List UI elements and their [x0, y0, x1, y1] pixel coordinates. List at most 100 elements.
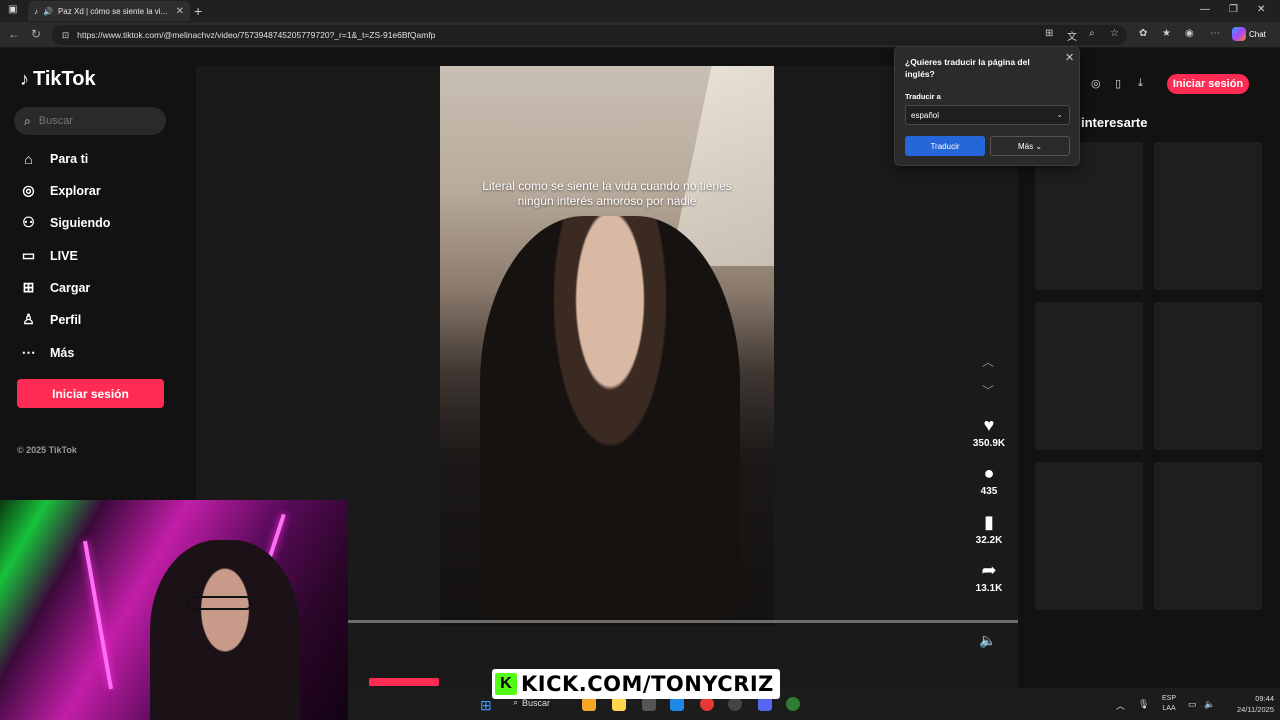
copyright-text: © 2025 TikTok: [17, 445, 77, 455]
video-progress-bar[interactable]: [348, 620, 1018, 623]
like-button[interactable]: ♥ 350.9K: [966, 415, 1012, 449]
more-label: Más: [1017, 141, 1034, 151]
save-button[interactable]: ▮ 32.2K: [966, 512, 1012, 546]
device-icon[interactable]: ▯: [1115, 77, 1121, 90]
suggestion-thumbnail[interactable]: [1154, 462, 1262, 610]
video-frame[interactable]: Literal como se siente la vida cuando no…: [440, 66, 774, 626]
nav-label: Siguiendo: [50, 215, 111, 230]
nav-label: Explorar: [50, 183, 101, 198]
browser-tab[interactable]: ♪ 🔊 Paz Xd | cómo se siente la vi... ✕: [28, 1, 190, 21]
popup-close-icon[interactable]: ✕: [1065, 51, 1074, 64]
translate-icon[interactable]: 文: [1067, 28, 1077, 43]
lang-code: ESP: [1162, 695, 1177, 702]
compass-icon: ◎: [22, 182, 35, 198]
chevron-down-icon: ⌄: [1035, 141, 1043, 151]
streamer: [150, 540, 300, 720]
tiktok-note-icon: ♪: [20, 69, 29, 89]
tiktok-favicon-icon: ♪: [34, 6, 38, 16]
chevron-down-icon: ⌄: [1056, 110, 1063, 119]
language-select[interactable]: español ⌄: [905, 105, 1070, 125]
tray-chevron-icon[interactable]: ︿: [1116, 699, 1125, 712]
copilot-icon: [1232, 27, 1246, 41]
nav-label: Perfil: [50, 312, 82, 327]
date-text: 24/11/2025: [1237, 705, 1274, 714]
nav-item-mas[interactable]: ⋯ Más: [20, 344, 75, 361]
nav-item-live[interactable]: ▭ LIVE: [20, 247, 78, 264]
obs-icon[interactable]: [728, 697, 742, 711]
profile-avatar-icon[interactable]: ◉: [1185, 28, 1194, 39]
screen: ▣ ♪ 🔊 Paz Xd | cómo se siente la vi... ✕…: [0, 0, 1280, 720]
edge-icon[interactable]: [670, 697, 684, 711]
window-close-icon[interactable]: ✕: [1257, 4, 1265, 15]
copilot-chat-button[interactable]: Chat: [1232, 27, 1266, 41]
home-icon: ⌂: [24, 150, 33, 167]
folder-icon[interactable]: [612, 697, 626, 711]
nav-item-explorar[interactable]: ◎ Explorar: [20, 182, 101, 199]
refresh-icon[interactable]: ↻: [31, 27, 41, 41]
glasses: [186, 596, 252, 610]
suggestion-thumbnail[interactable]: [1035, 302, 1143, 450]
suggestion-thumbnail[interactable]: [1035, 462, 1143, 610]
back-icon[interactable]: ←: [8, 27, 20, 41]
neon-light: [83, 540, 113, 690]
live-icon: ▭: [21, 247, 36, 263]
suggestion-thumbnail[interactable]: [1154, 142, 1262, 290]
nav-item-perfil[interactable]: ♙ Perfil: [20, 311, 81, 328]
comment-count: 435: [980, 486, 998, 497]
login-button[interactable]: Iniciar sesión: [17, 379, 164, 408]
app-available-icon[interactable]: ⊞: [1045, 28, 1053, 39]
translate-button[interactable]: Traducir: [905, 136, 985, 156]
nav-item-para-ti[interactable]: ⌂ Para ti: [20, 150, 88, 167]
url-text: https://www.tiktok.com/@melinachvz/video…: [77, 30, 436, 40]
next-video-icon[interactable]: ﹀: [982, 382, 994, 399]
extensions-icon[interactable]: ✿: [1139, 28, 1147, 39]
new-tab-icon[interactable]: +: [194, 3, 202, 19]
suggestion-thumbnail[interactable]: [1154, 302, 1262, 450]
app-icon[interactable]: [786, 697, 800, 711]
store-icon[interactable]: [642, 697, 656, 711]
microphone-icon[interactable]: 🎙: [1138, 699, 1149, 710]
site-info-icon[interactable]: ⊡: [62, 30, 69, 41]
tab-close-icon[interactable]: ✕: [176, 6, 184, 17]
search-input[interactable]: [38, 115, 149, 127]
more-options-button[interactable]: Más ⌄: [990, 136, 1070, 156]
nav-label: LIVE: [50, 248, 78, 263]
speaker-icon[interactable]: 🔈: [1204, 699, 1215, 710]
tab-audio-icon[interactable]: 🔊: [43, 7, 53, 16]
download-icon[interactable]: ⤓: [1138, 77, 1143, 90]
restore-icon[interactable]: ❐: [1229, 4, 1238, 15]
language-indicator[interactable]: ESP LAA: [1162, 694, 1176, 714]
tiktok-logo[interactable]: ♪ TikTok: [20, 68, 96, 91]
previous-video-icon[interactable]: ︿: [982, 353, 994, 370]
volume-icon[interactable]: 🔈: [979, 632, 996, 649]
tab-actions-icon[interactable]: ▣: [8, 4, 17, 15]
discord-icon[interactable]: [758, 697, 772, 711]
menu-icon[interactable]: ⋯: [1210, 28, 1220, 39]
kick-logo-icon: K: [495, 673, 517, 695]
browser-tab-bar: ▣ ♪ 🔊 Paz Xd | cómo se siente la vi... ✕…: [0, 0, 1280, 22]
following-icon: ⚇: [22, 214, 35, 230]
windows-start-icon[interactable]: ⊞: [480, 697, 492, 714]
search-box[interactable]: ⌕: [14, 107, 166, 135]
brand-name: TikTok: [33, 68, 96, 90]
url-field[interactable]: ⊡ https://www.tiktok.com/@melinachvz/vid…: [52, 25, 1127, 45]
minimize-icon[interactable]: —: [1200, 4, 1210, 15]
nav-item-siguiendo[interactable]: ⚇ Siguiendo: [20, 214, 110, 231]
kick-overlay: K KICK.COM/TONYCRIZ: [492, 669, 780, 699]
share-button[interactable]: ➦ 13.1K: [966, 560, 1012, 594]
share-count: 13.1K: [975, 583, 1003, 594]
file-explorer-icon[interactable]: [582, 697, 596, 711]
zoom-icon[interactable]: ⌕: [1089, 28, 1095, 39]
nav-label: Más: [50, 345, 75, 360]
chrome-icon[interactable]: [700, 697, 714, 711]
webcam-overlay: [0, 500, 348, 720]
nav-item-cargar[interactable]: ⊞ Cargar: [20, 279, 91, 296]
header-login-button[interactable]: Iniciar sesión: [1167, 74, 1249, 94]
favorites-icon[interactable]: ★: [1162, 28, 1171, 39]
comment-button[interactable]: ● 435: [966, 463, 1012, 497]
clock[interactable]: 09:44 24/11/2025: [1224, 693, 1274, 715]
network-icon[interactable]: ▭: [1188, 699, 1197, 710]
kick-url-text: KICK.COM/TONYCRIZ: [521, 672, 774, 696]
discover-icon[interactable]: ◎: [1091, 77, 1101, 90]
favorite-icon[interactable]: ☆: [1110, 28, 1119, 39]
